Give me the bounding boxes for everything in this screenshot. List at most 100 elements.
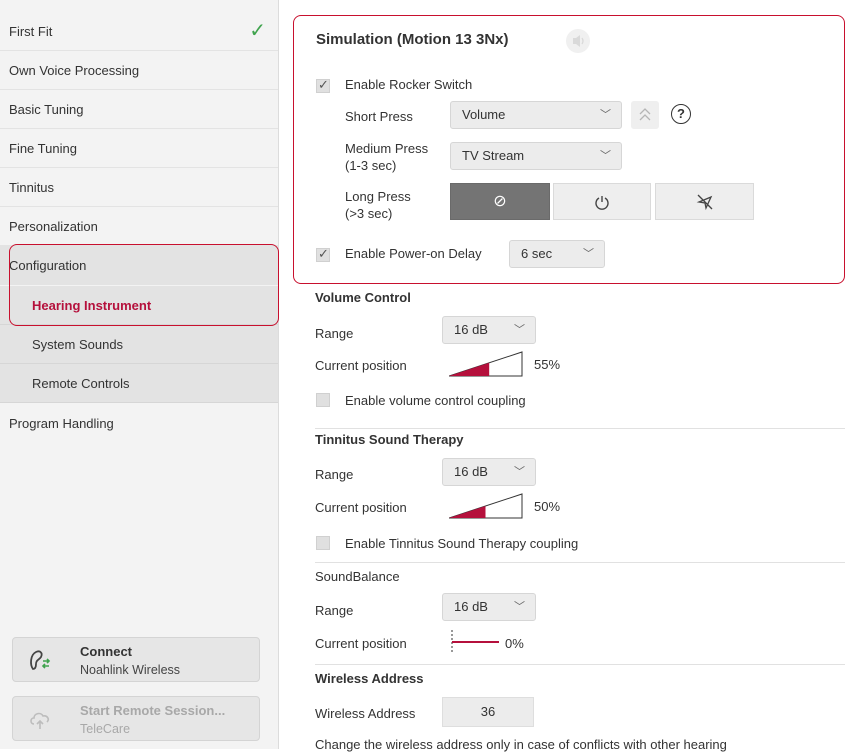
long-press-label: Long Press (>3 sec) [345, 188, 411, 222]
volume-position-value: 55% [534, 357, 561, 372]
chevron-down-icon: ﹀ [514, 324, 525, 336]
sidebar-item-label: Basic Tuning [9, 102, 84, 117]
sidebar-item-hearing-instrument[interactable]: Hearing Instrument [0, 286, 278, 325]
sidebar-item-label: First Fit [9, 24, 53, 39]
airplane-mode-off-icon [696, 194, 712, 210]
section-divider [315, 428, 845, 429]
power-on-delay-dropdown[interactable]: 6 sec ﹀ [509, 240, 605, 268]
short-press-dropdown[interactable]: Volume ﹀ [450, 101, 622, 129]
power-on-delay-label: Enable Power-on Delay [345, 246, 482, 261]
navigation-sidebar: First Fit ✓ Own Voice Processing Basic T… [0, 0, 279, 749]
long-press-flight-mode-option[interactable] [655, 183, 754, 220]
simulation-title: Simulation (Motion 13 3Nx) [316, 31, 509, 48]
power-on-delay-checkbox[interactable] [316, 246, 330, 262]
chevron-down-icon: ﹀ [600, 150, 611, 162]
sidebar-item-tinnitus[interactable]: Tinnitus [0, 168, 278, 207]
prohibited-icon: ⊘ [493, 193, 507, 210]
volume-range-value: 16 dB [454, 322, 488, 337]
hearing-aid-connect-icon [30, 650, 51, 670]
tinnitus-range-value: 16 dB [454, 464, 488, 479]
long-press-none-option[interactable]: ⊘ [450, 183, 550, 220]
chevron-double-up-icon[interactable] [631, 101, 659, 129]
speaker-icon[interactable] [565, 28, 591, 54]
sidebar-item-personalization[interactable]: Personalization [0, 207, 278, 246]
cloud-icon [30, 712, 50, 729]
soundbalance-title: SoundBalance [315, 569, 400, 584]
long-press-label-line1: Long Press [345, 189, 411, 204]
chevron-down-icon: ﹀ [514, 601, 525, 613]
sidebar-item-first-fit[interactable]: First Fit ✓ [0, 12, 278, 51]
tinnitus-range-label: Range [315, 467, 354, 482]
tinnitus-position-value: 50% [534, 499, 561, 514]
checkmark-icon: ✓ [249, 20, 266, 42]
soundbalance-position-indicator [451, 630, 499, 654]
wireless-address-note: Change the wireless address only in case… [315, 737, 727, 752]
soundbalance-range-label: Range [315, 603, 354, 618]
tinnitus-therapy-title: Tinnitus Sound Therapy [315, 432, 464, 447]
volume-coupling-label: Enable volume control coupling [345, 393, 526, 408]
sidebar-item-label: Fine Tuning [9, 141, 77, 156]
connect-button[interactable]: Connect Noahlink Wireless [12, 637, 260, 682]
connect-title: Connect [80, 644, 132, 659]
soundbalance-position-label: Current position [315, 636, 407, 651]
tinnitus-position-label: Current position [315, 500, 407, 515]
sidebar-item-label: System Sounds [32, 337, 124, 352]
sidebar-item-label: Program Handling [9, 416, 114, 431]
volume-range-label: Range [315, 326, 354, 341]
volume-range-dropdown[interactable]: 16 dB ﹀ [442, 316, 536, 344]
chevron-down-icon: ﹀ [583, 248, 594, 260]
sidebar-item-label: Remote Controls [32, 376, 130, 391]
soundbalance-position-value: 0% [505, 636, 524, 651]
volume-control-title: Volume Control [315, 290, 411, 305]
help-icon[interactable]: ? [671, 104, 691, 124]
long-press-power-option[interactable] [553, 183, 651, 220]
start-remote-session-button[interactable]: Start Remote Session... TeleCare [12, 696, 260, 741]
wireless-address-value: 36 [480, 704, 496, 719]
sidebar-item-system-sounds[interactable]: System Sounds [0, 325, 278, 364]
long-press-label-line2: (>3 sec) [345, 206, 393, 221]
sidebar-item-remote-controls[interactable]: Remote Controls [0, 364, 278, 403]
rocker-switch-label: Enable Rocker Switch [345, 77, 473, 92]
sidebar-item-label: Configuration [9, 258, 87, 273]
main-panel: Simulation (Motion 13 3Nx) Enable Rocker… [279, 0, 845, 752]
sidebar-item-label: Personalization [9, 219, 98, 234]
section-divider [315, 664, 845, 665]
remote-session-subtitle: TeleCare [80, 722, 131, 736]
power-icon [595, 195, 609, 210]
medium-press-value: TV Stream [462, 148, 525, 163]
sidebar-item-configuration[interactable]: Configuration [0, 246, 278, 285]
tinnitus-position-wedge [449, 493, 523, 519]
volume-coupling-checkbox[interactable] [316, 393, 330, 407]
tinnitus-coupling-checkbox[interactable] [316, 536, 330, 550]
medium-press-label: Medium Press (1-3 sec) [345, 140, 428, 174]
rocker-switch-checkbox[interactable] [316, 77, 330, 93]
tinnitus-coupling-label: Enable Tinnitus Sound Therapy coupling [345, 536, 579, 551]
chevron-down-icon: ﹀ [514, 466, 525, 478]
sidebar-item-label: Hearing Instrument [32, 298, 152, 313]
connect-subtitle: Noahlink Wireless [80, 663, 181, 677]
sidebar-item-program-handling[interactable]: Program Handling [0, 404, 278, 443]
soundbalance-range-value: 16 dB [454, 599, 488, 614]
wireless-address-title: Wireless Address [315, 671, 424, 686]
help-glyph: ? [677, 106, 685, 121]
short-press-label: Short Press [345, 109, 413, 124]
power-on-delay-value: 6 sec [521, 246, 553, 261]
medium-press-label-line2: (1-3 sec) [345, 158, 397, 173]
tinnitus-range-dropdown[interactable]: 16 dB ﹀ [442, 458, 536, 486]
soundbalance-range-dropdown[interactable]: 16 dB ﹀ [442, 593, 536, 621]
sidebar-item-label: Own Voice Processing [9, 63, 140, 78]
section-divider [315, 562, 845, 563]
short-press-value: Volume [462, 107, 506, 122]
medium-press-label-line1: Medium Press [345, 141, 429, 156]
volume-position-wedge [449, 351, 523, 377]
volume-position-label: Current position [315, 358, 407, 373]
chevron-down-icon: ﹀ [600, 109, 611, 121]
medium-press-dropdown[interactable]: TV Stream ﹀ [450, 142, 622, 170]
remote-session-title: Start Remote Session... [80, 703, 226, 718]
sidebar-item-own-voice-processing[interactable]: Own Voice Processing [0, 51, 278, 90]
sidebar-item-basic-tuning[interactable]: Basic Tuning [0, 90, 278, 129]
sidebar-item-fine-tuning[interactable]: Fine Tuning [0, 129, 278, 168]
wireless-address-label: Wireless Address [315, 706, 416, 721]
wireless-address-input[interactable]: 36 [442, 697, 534, 727]
sidebar-item-label: Tinnitus [9, 180, 55, 195]
